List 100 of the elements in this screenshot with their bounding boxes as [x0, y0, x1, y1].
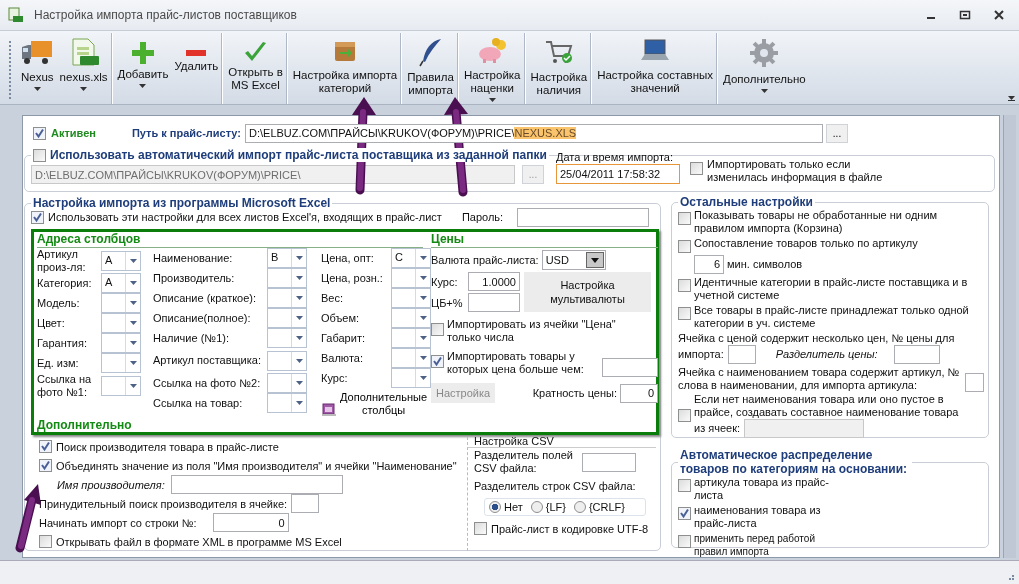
- section-header: Адреса столбцов: [37, 232, 423, 248]
- caret-icon: [33, 87, 41, 91]
- toolbar-button[interactable]: Добавить: [114, 33, 172, 104]
- caret-icon: [295, 296, 303, 300]
- field-label: Ссылка на товар:: [153, 396, 244, 410]
- percent-field[interactable]: [468, 293, 520, 312]
- column-combo[interactable]: [101, 293, 141, 313]
- caret-icon: [129, 301, 137, 305]
- radio-option[interactable]: {LF}: [530, 501, 566, 513]
- checkbox[interactable]: [678, 307, 691, 320]
- checkbox-label: из ячеек:: [694, 422, 741, 435]
- checkbox[interactable]: [678, 212, 691, 225]
- column-combo[interactable]: [391, 308, 431, 328]
- toolbar-button[interactable]: Открыть в MS Excel: [225, 33, 287, 104]
- start-row-field[interactable]: 0: [212, 513, 289, 532]
- toolbar-button[interactable]: nexus.xls: [56, 33, 112, 104]
- window-title: Настройка импорта прайс-листов поставщиков: [34, 8, 297, 22]
- close-icon[interactable]: [993, 10, 1005, 20]
- toolbar-button[interactable]: Настройка наценки: [460, 33, 525, 104]
- rate-field[interactable]: 1.0000: [468, 272, 520, 291]
- checkbox-label: Импортировать только если изменилась информация в файле: [707, 158, 884, 184]
- column-combo[interactable]: B: [267, 248, 307, 268]
- column-combo[interactable]: [267, 288, 307, 308]
- checkbox-label: Открывать файл в формате XML в программе MS Excel: [56, 535, 342, 548]
- toolbar-button[interactable]: Настройка наличия: [527, 33, 592, 104]
- field-label: Цена, опт:: [321, 251, 375, 265]
- min-chars-field[interactable]: 6: [694, 255, 724, 274]
- checkbox[interactable]: [678, 507, 691, 520]
- checkbox-label: Сопоставление товаров только по артикулу: [694, 237, 918, 250]
- column-combo[interactable]: [267, 328, 307, 348]
- checkbox[interactable]: [431, 355, 444, 368]
- toolbar-button[interactable]: Настройка импорта категорий: [289, 33, 402, 104]
- caret-icon: [295, 256, 303, 260]
- maximize-icon[interactable]: [959, 10, 971, 20]
- column-combo[interactable]: [267, 373, 307, 393]
- maker-name-field[interactable]: [170, 475, 343, 494]
- browse-button[interactable]: ...: [826, 123, 848, 143]
- field-label: Кратность цены:: [532, 387, 617, 399]
- checkbox[interactable]: [39, 459, 52, 472]
- toolbar-button[interactable]: Nexus: [18, 33, 57, 104]
- checkbox[interactable]: [678, 479, 691, 492]
- column-combo[interactable]: C: [391, 248, 431, 268]
- multicurrency-button[interactable]: Настройка мультивалюты: [524, 272, 651, 312]
- field-label: Курс:: [431, 275, 459, 288]
- toolbar-button[interactable]: Дополнительно: [720, 33, 809, 104]
- column-combo[interactable]: [101, 333, 141, 353]
- checkbox-label: Активен: [51, 127, 97, 139]
- column-combo[interactable]: [267, 393, 307, 413]
- checkbox[interactable]: [678, 535, 691, 548]
- caret-icon: [419, 336, 427, 340]
- min-price-field[interactable]: [602, 358, 658, 377]
- checkbox[interactable]: [39, 440, 52, 453]
- price-separator-field[interactable]: [893, 345, 940, 364]
- column-combo[interactable]: [101, 313, 141, 333]
- column-combo[interactable]: [267, 350, 307, 371]
- field-label: Ед. изм:: [37, 356, 80, 370]
- toolbar-button[interactable]: Удалить: [171, 33, 223, 104]
- checkbox-label: Идентичные категории в прайс-листе поставщика и в учетной системе: [694, 276, 969, 302]
- scrollbar[interactable]: [1003, 115, 1016, 558]
- column-combo[interactable]: [391, 328, 431, 348]
- checkbox-label: применить перед работой правил импорта: [694, 532, 816, 558]
- field-label: Имя производителя:: [57, 478, 165, 491]
- radio-option[interactable]: {CRLF}: [573, 501, 625, 513]
- extra-columns-button[interactable]: Дополнительные столбцы: [321, 391, 431, 417]
- separator-field[interactable]: [582, 452, 636, 472]
- column-combo[interactable]: [101, 375, 141, 396]
- caret-icon: [590, 257, 599, 263]
- word-number-field[interactable]: [965, 373, 984, 392]
- overflow-caret-icon[interactable]: [1008, 96, 1015, 101]
- caret-icon: [419, 256, 427, 260]
- column-combo[interactable]: [267, 308, 307, 328]
- checkbox-label: Все товары в прайс-листе принадлежат только одной категории в уч. системе: [694, 304, 970, 330]
- checkbox[interactable]: [678, 240, 691, 253]
- checkbox[interactable]: [678, 279, 691, 292]
- checkbox[interactable]: [33, 126, 46, 140]
- column-combo[interactable]: [101, 353, 141, 373]
- cells-field[interactable]: [744, 419, 865, 438]
- caret-icon: [295, 358, 303, 363]
- column-combo[interactable]: A: [101, 250, 141, 271]
- toolbar-button[interactable]: Настройка составных значений: [594, 33, 717, 104]
- checkbox[interactable]: [431, 323, 444, 336]
- checkbox[interactable]: [31, 210, 44, 224]
- annotation-arrow: [15, 484, 41, 553]
- field-label: Габарит:: [321, 331, 366, 345]
- multiplicity-field[interactable]: 0: [620, 383, 658, 403]
- column-combo[interactable]: [391, 268, 431, 288]
- price-number-field[interactable]: [727, 345, 756, 364]
- column-combo[interactable]: A: [101, 273, 141, 293]
- column-combo[interactable]: [267, 268, 307, 288]
- password-field[interactable]: [517, 207, 650, 227]
- radio-option[interactable]: Нет: [489, 501, 523, 513]
- toolbar-grip[interactable]: [8, 38, 12, 99]
- checkbox[interactable]: [39, 535, 52, 548]
- column-combo[interactable]: [391, 288, 431, 308]
- checkbox[interactable]: [678, 409, 691, 422]
- currency-select[interactable]: USD: [541, 250, 606, 270]
- checkbox[interactable]: [474, 522, 487, 535]
- cell-field[interactable]: [291, 494, 320, 513]
- field-label: импорта:: [678, 348, 724, 361]
- caret-icon: [139, 84, 147, 88]
